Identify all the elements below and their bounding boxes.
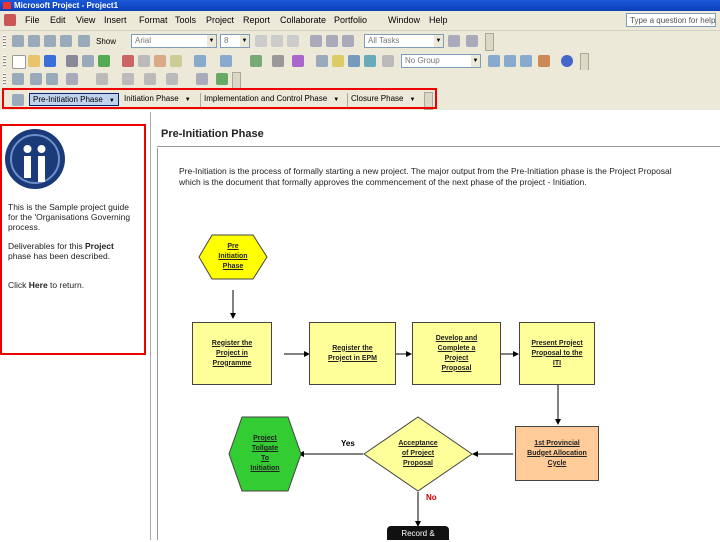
menu-insert[interactable]: Insert xyxy=(104,15,127,25)
open-icon[interactable] xyxy=(28,55,40,67)
toolbar-grip[interactable] xyxy=(3,73,6,86)
side-pane-highlight xyxy=(0,124,146,355)
gantt-wizard-icon[interactable] xyxy=(466,35,478,47)
flow-label-no: No xyxy=(426,493,437,502)
align-right-icon[interactable] xyxy=(342,35,354,47)
tracking-toolbar xyxy=(0,70,720,90)
copy-picture-icon[interactable] xyxy=(382,55,394,67)
task-notes-icon[interactable] xyxy=(332,55,344,67)
copy-picture-office-icon[interactable] xyxy=(538,55,550,67)
flow-label-yes: Yes xyxy=(341,439,355,448)
flow-box-register-epm[interactable]: Register the Project in EPM xyxy=(309,322,396,385)
link-icon[interactable] xyxy=(250,55,262,67)
help-icon[interactable] xyxy=(561,55,573,67)
reschedule-icon[interactable] xyxy=(46,73,58,85)
copy-icon[interactable] xyxy=(138,55,150,67)
group-select[interactable]: No Group ▼ xyxy=(401,54,481,68)
formatting-toolbar: Show Arial ▼ 8 ▼ All Tasks ▼ xyxy=(0,31,720,51)
percent-50-icon[interactable] xyxy=(144,73,156,85)
task-info-icon[interactable] xyxy=(316,55,328,67)
document-icon[interactable] xyxy=(4,14,16,26)
filter-icon[interactable] xyxy=(448,35,460,47)
menu-project[interactable]: Project xyxy=(206,15,234,25)
percent-0-icon[interactable] xyxy=(96,73,108,85)
arrow-right-icon[interactable] xyxy=(28,35,40,47)
spelling-icon[interactable] xyxy=(98,55,110,67)
plus-icon[interactable] xyxy=(44,35,56,47)
toolbar-options-button[interactable] xyxy=(580,53,589,71)
menu-portfolio[interactable]: Portfolio xyxy=(334,15,367,25)
font-select[interactable]: Arial ▼ xyxy=(131,34,217,48)
add-progress-line-icon[interactable] xyxy=(66,73,78,85)
flow-decision-acceptance[interactable]: Acceptance of Project Proposal xyxy=(383,432,453,476)
toolbar-grip[interactable] xyxy=(3,35,6,48)
menu-tools[interactable]: Tools xyxy=(175,15,196,25)
percent-25-icon[interactable] xyxy=(122,73,134,85)
menu-report[interactable]: Report xyxy=(243,15,270,25)
update-tasks-icon[interactable] xyxy=(196,73,208,85)
flow-start-pre-initiation[interactable]: Pre Initiation Phase xyxy=(203,238,263,276)
arrow-left-icon[interactable] xyxy=(12,35,24,47)
collaborate-icon[interactable] xyxy=(216,73,228,85)
standard-toolbar: No Group ▼ xyxy=(0,51,720,71)
menu-bar: File Edit View Insert Format Tools Proje… xyxy=(0,11,720,31)
main-content-pane: Pre-Initiation Phase Pre-Initiation is t… xyxy=(151,112,720,540)
window-title-bar: Microsoft Project - Project1 xyxy=(0,0,720,11)
filter-select[interactable]: All Tasks ▼ xyxy=(364,34,444,48)
redo-icon[interactable] xyxy=(220,55,232,67)
flow-box-register-programme[interactable]: Register the Project in Programme xyxy=(192,322,272,385)
app-icon xyxy=(3,2,11,9)
print-icon[interactable] xyxy=(66,55,78,67)
window-title: Microsoft Project - Project1 xyxy=(14,1,119,10)
scroll-to-task-icon[interactable] xyxy=(520,55,532,67)
flow-box-present-proposal[interactable]: Present Project Proposal to the ITI xyxy=(519,322,595,385)
toolbar-grip[interactable] xyxy=(3,55,6,68)
unlink-icon[interactable] xyxy=(272,55,284,67)
flow-box-budget-allocation[interactable]: 1st Provincial Budget Allocation Cycle xyxy=(515,426,599,481)
zoom-out-icon[interactable] xyxy=(504,55,516,67)
statistics-icon[interactable] xyxy=(12,73,24,85)
undo-icon[interactable] xyxy=(194,55,206,67)
menu-file[interactable]: File xyxy=(25,15,40,25)
cut-icon[interactable] xyxy=(122,55,134,67)
update-as-scheduled-icon[interactable] xyxy=(30,73,42,85)
phase-toolbar-highlight xyxy=(2,88,437,109)
show-dropdown[interactable]: Show xyxy=(96,37,116,46)
paste-icon[interactable] xyxy=(154,55,166,67)
menu-collaborate[interactable]: Collaborate xyxy=(280,15,326,25)
split-task-icon[interactable] xyxy=(292,55,304,67)
flow-box-develop-proposal[interactable]: Develop and Complete a Project Proposal xyxy=(412,322,501,385)
publish-icon[interactable] xyxy=(364,55,376,67)
menu-format[interactable]: Format xyxy=(139,15,168,25)
percent-100-icon[interactable] xyxy=(166,73,178,85)
font-size-select[interactable]: 8 ▼ xyxy=(220,34,250,48)
record-button[interactable]: Record & xyxy=(387,526,449,540)
format-painter-icon[interactable] xyxy=(170,55,182,67)
italic-icon[interactable] xyxy=(271,35,283,47)
menu-edit[interactable]: Edit xyxy=(50,15,66,25)
align-center-icon[interactable] xyxy=(326,35,338,47)
underline-icon[interactable] xyxy=(287,35,299,47)
save-icon[interactable] xyxy=(44,55,56,67)
outline-icon[interactable] xyxy=(78,35,90,47)
menu-help[interactable]: Help xyxy=(429,15,448,25)
align-left-icon[interactable] xyxy=(310,35,322,47)
menu-view[interactable]: View xyxy=(76,15,95,25)
minus-icon[interactable] xyxy=(60,35,72,47)
zoom-in-icon[interactable] xyxy=(488,55,500,67)
print-preview-icon[interactable] xyxy=(82,55,94,67)
help-search-input[interactable]: Type a question for help xyxy=(626,13,716,27)
toolbar-options-button[interactable] xyxy=(485,33,494,51)
flow-end-tollgate[interactable]: Project Tollgate To Initiation xyxy=(241,430,289,478)
assign-resources-icon[interactable] xyxy=(348,55,360,67)
new-icon[interactable] xyxy=(12,55,26,69)
bold-icon[interactable] xyxy=(255,35,267,47)
menu-window[interactable]: Window xyxy=(388,15,420,25)
